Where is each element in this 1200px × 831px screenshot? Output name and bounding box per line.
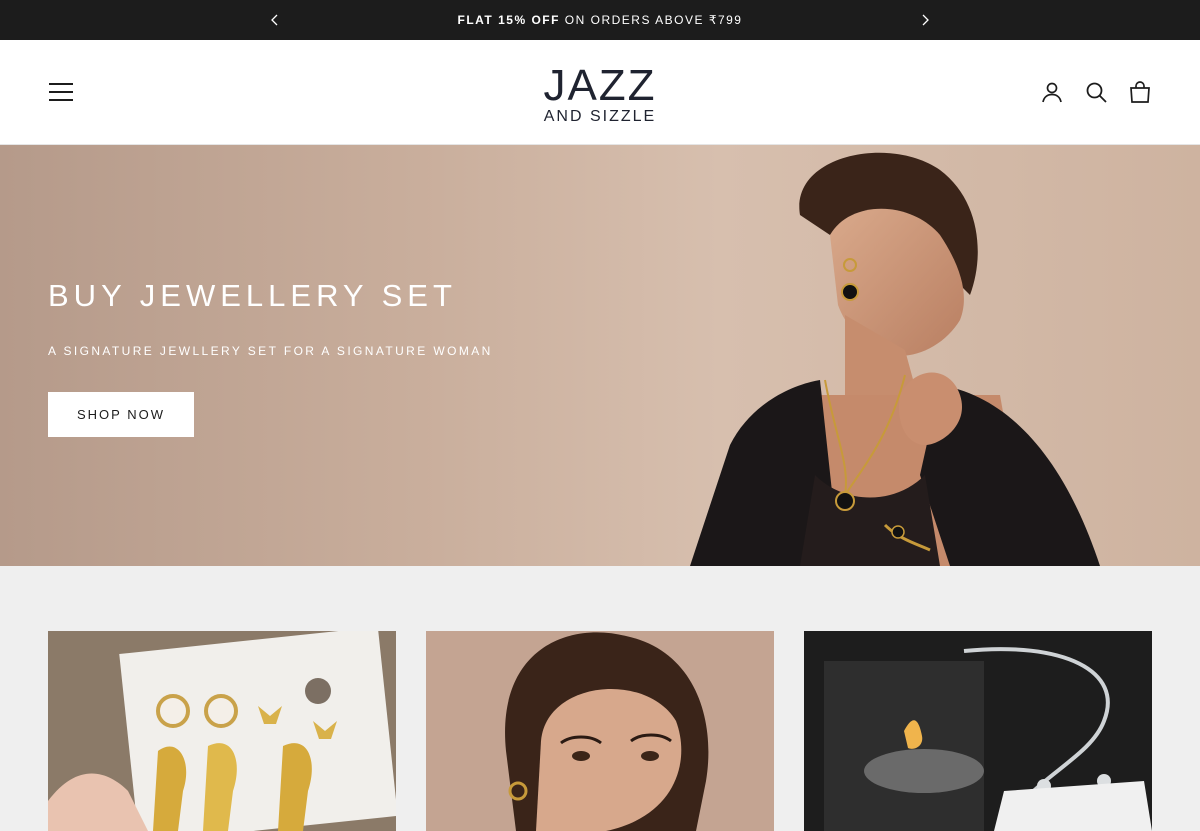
card-earrings[interactable] — [48, 631, 396, 831]
earrings-image — [48, 631, 396, 831]
logo-line2: AND SIZZLE — [543, 108, 657, 125]
announcement-text: FLAT 15% OFF ON ORDERS ABOVE ₹799 — [458, 13, 743, 27]
announcement-bar: FLAT 15% OFF ON ORDERS ABOVE ₹799 — [0, 0, 1200, 40]
chevron-right-icon[interactable] — [917, 11, 935, 29]
logo[interactable]: JAZZ AND SIZZLE — [543, 64, 656, 125]
announcement-rest: ON ORDERS ABOVE ₹799 — [559, 13, 743, 27]
collection-cards — [48, 631, 1152, 831]
site-header: JAZZ AND SIZZLE — [0, 40, 1200, 145]
hero-banner: BUY JEWELLERY SET A SIGNATURE JEWLLERY S… — [0, 145, 1200, 566]
header-icons — [1040, 80, 1152, 104]
hero-title: BUY JEWELLERY SET — [48, 278, 457, 313]
announcement-bold: FLAT 15% OFF — [457, 13, 560, 27]
hero-content: BUY JEWELLERY SET A SIGNATURE JEWLLERY S… — [48, 277, 493, 437]
hero-model-photo — [690, 152, 1100, 566]
account-icon[interactable] — [1040, 80, 1064, 104]
shop-now-button[interactable]: SHOP NOW — [48, 392, 194, 437]
menu-icon[interactable] — [48, 80, 74, 104]
search-icon[interactable] — [1084, 80, 1108, 104]
cart-icon[interactable] — [1128, 80, 1152, 104]
model-earring-image — [426, 631, 774, 831]
logo-line1: JAZZ — [543, 61, 657, 110]
card-silver-bracelet[interactable] — [804, 631, 1152, 831]
hero-subtitle: A SIGNATURE JEWLLERY SET FOR A SIGNATURE… — [48, 344, 493, 358]
chevron-left-icon[interactable] — [265, 11, 283, 29]
silver-bracelet-image — [804, 631, 1152, 831]
card-model-earring[interactable] — [426, 631, 774, 831]
